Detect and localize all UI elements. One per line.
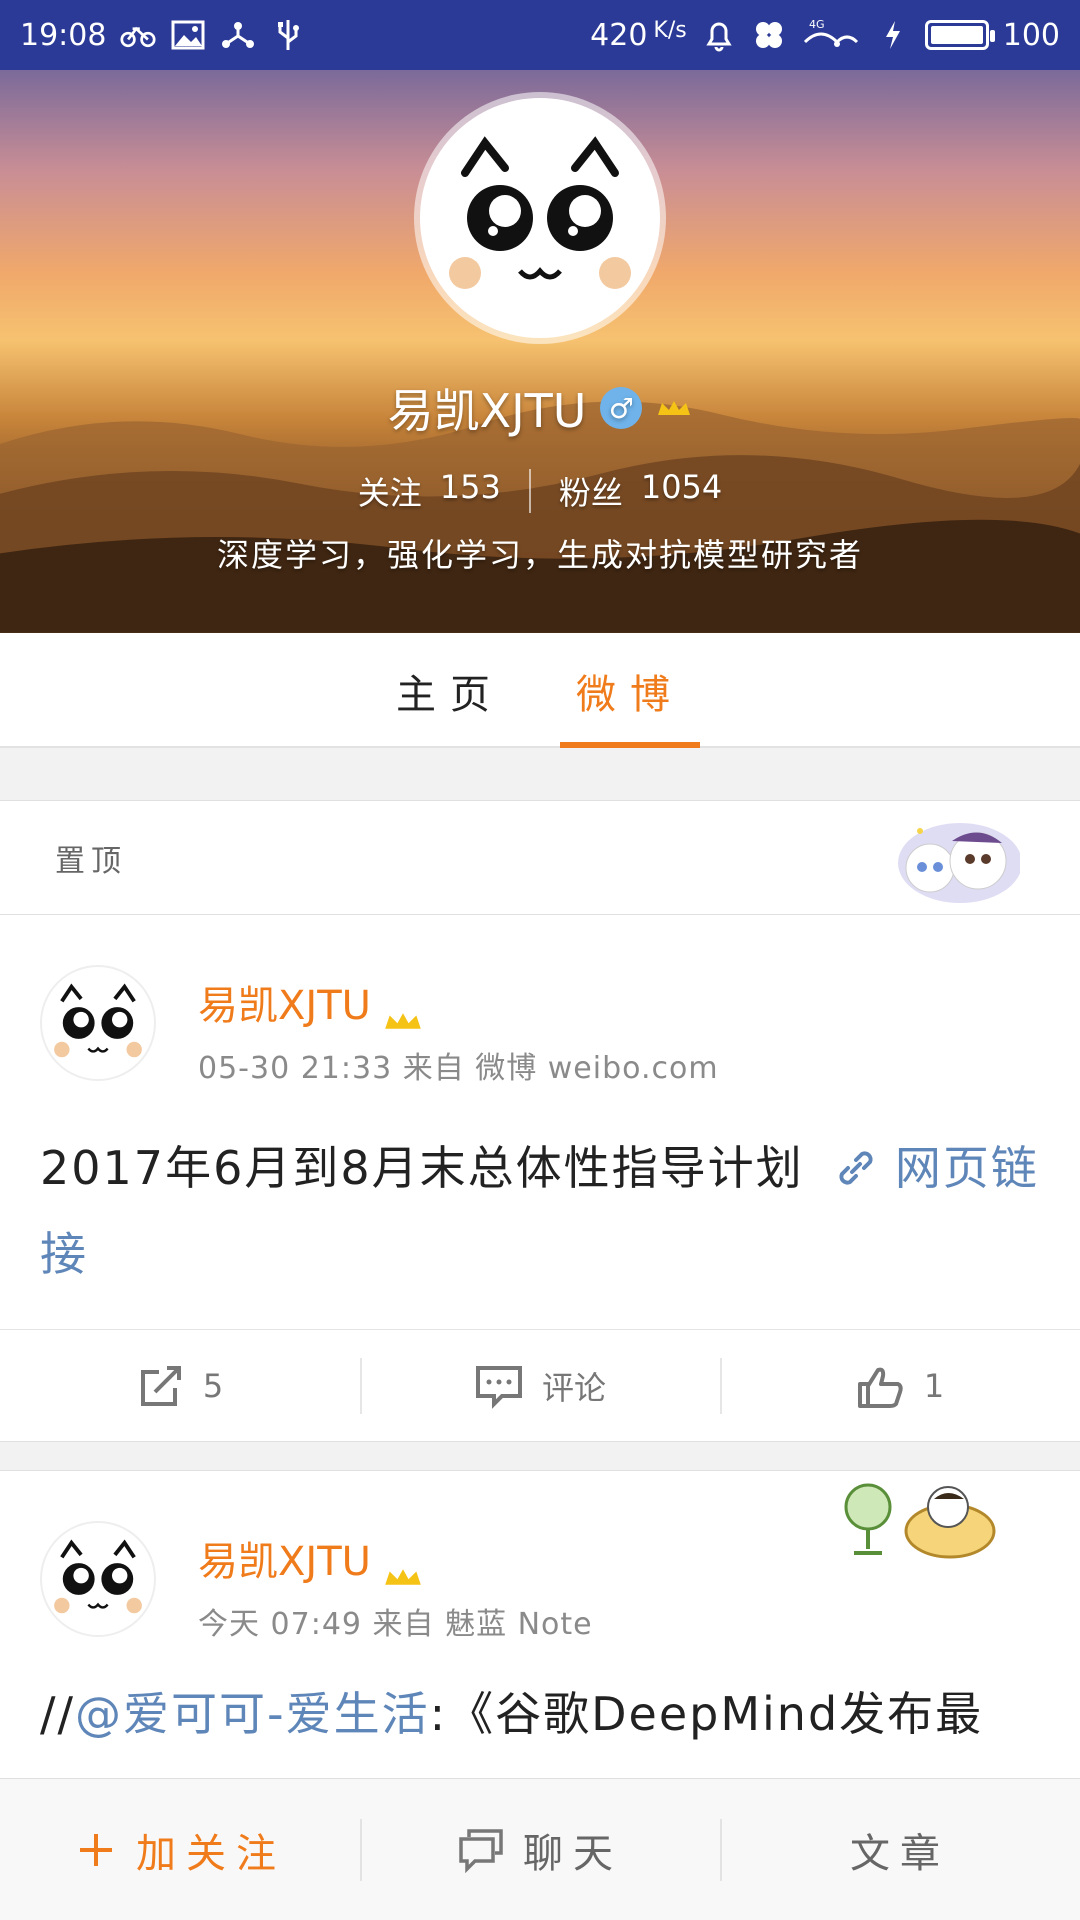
- cartoon-face-icon: [449, 136, 631, 289]
- followers-label: 粉丝: [558, 474, 623, 512]
- pinned-label: 置顶: [55, 843, 127, 879]
- like-button[interactable]: 1: [720, 1330, 1080, 1441]
- post-header: 易凯XJTU 05-30 21:33 来自 微博 weibo.com: [40, 965, 719, 1087]
- like-count: 1: [923, 1366, 945, 1405]
- clover-icon: [751, 17, 787, 53]
- bell-icon: [701, 17, 737, 53]
- profile-stats: 关注 153 粉丝 1054: [0, 468, 1080, 514]
- comment-icon: [475, 1365, 522, 1409]
- bottom-action-bar: 加关注 聊天 文章: [0, 1778, 1080, 1920]
- crown-badge-icon: [658, 401, 691, 415]
- network-type: 4G: [809, 18, 825, 31]
- comment-label: 评论: [541, 1368, 606, 1407]
- chat-button[interactable]: 聊天: [360, 1779, 720, 1920]
- post-text: 2017年6月到8月末总体性指导计划 网页链接: [40, 1125, 1040, 1297]
- post-avatar[interactable]: [40, 1521, 156, 1637]
- post-actions: 5 评论 1: [0, 1329, 1080, 1441]
- post-username[interactable]: 易凯XJTU: [198, 1529, 371, 1587]
- following-count: 153: [439, 468, 501, 506]
- signal-4g-icon: 4G: [801, 17, 861, 53]
- tab-weibo[interactable]: 微博: [540, 633, 720, 748]
- follow-button[interactable]: 加关注: [0, 1779, 360, 1920]
- battery-fill: [930, 26, 983, 44]
- post-username[interactable]: 易凯XJTU: [198, 973, 371, 1031]
- profile-bio: 深度学习，强化学习，生成对抗模型研究者: [216, 536, 863, 574]
- gender-male-icon: ♂: [600, 387, 643, 429]
- battery-level: 100: [1002, 17, 1060, 53]
- comment-button[interactable]: 评论: [360, 1330, 720, 1441]
- usb-icon: [270, 17, 306, 53]
- article-label: 文章: [850, 1830, 950, 1877]
- chat-label: 聊天: [523, 1830, 623, 1877]
- post-prefix: //: [40, 1687, 75, 1741]
- cartoon-face-icon: [54, 983, 142, 1058]
- chat-icon: [459, 1828, 503, 1873]
- pinned-section[interactable]: 置顶: [0, 800, 1080, 915]
- cartoon-fan-sticker: [844, 1483, 996, 1559]
- post-body: :《谷歌DeepMind发布最: [429, 1687, 984, 1741]
- followers-count: 1054: [640, 468, 723, 506]
- mountain-background: [0, 401, 1080, 633]
- post-header: 易凯XJTU 今天 07:49 来自 魅蓝 Note: [40, 1521, 593, 1643]
- post-meta: 今天 07:49 来自 魅蓝 Note: [198, 1607, 593, 1642]
- post-text: //@爱可可-爱生活:《谷歌DeepMind发布最: [40, 1671, 1040, 1757]
- charging-icon: [875, 17, 911, 53]
- tab-home[interactable]: 主页: [360, 633, 540, 748]
- mention-link[interactable]: @爱可可-爱生活: [75, 1687, 430, 1741]
- link-icon: [839, 1151, 873, 1185]
- profile-name-row: 易凯XJTU ♂: [0, 375, 1080, 441]
- network-speed: 420: [590, 17, 648, 53]
- follow-label: 加关注: [136, 1830, 286, 1877]
- crown-badge-icon: [385, 1013, 421, 1029]
- following-stat[interactable]: 关注 153: [358, 468, 501, 514]
- status-bar: 19:08 420 K/s 4G 100: [0, 0, 1080, 70]
- plus-icon: [80, 1833, 112, 1866]
- profile-header: 易凯XJTU ♂ 关注 153 粉丝 1054 深度学习，强化学习，生成对抗模型…: [0, 70, 1080, 633]
- stats-divider: [528, 469, 531, 513]
- profile-tabs: 主页 微博: [0, 633, 1080, 748]
- cartoon-face-icon: [54, 1539, 142, 1614]
- repost-count: 5: [202, 1366, 224, 1405]
- post-body: 2017年6月到8月末总体性指导计划: [40, 1141, 804, 1195]
- image-icon: [170, 17, 206, 53]
- following-label: 关注: [357, 474, 422, 512]
- crown-badge-icon: [385, 1569, 421, 1585]
- profile-avatar[interactable]: [420, 98, 660, 338]
- status-time: 19:08: [20, 17, 107, 53]
- share-node-icon: [220, 17, 256, 53]
- post-avatar[interactable]: [40, 965, 156, 1081]
- profile-name: 易凯XJTU: [387, 384, 587, 438]
- battery-icon: [924, 20, 995, 50]
- thumbs-up-icon: [857, 1367, 903, 1408]
- cute-characters-sticker: [898, 823, 1020, 903]
- network-speed-unit: K/s: [653, 17, 687, 43]
- repost-button[interactable]: 5: [0, 1330, 360, 1441]
- post-card[interactable]: 易凯XJTU 今天 07:49 来自 魅蓝 Note //@爱可可-爱生活:《谷…: [0, 1470, 1080, 1790]
- post-meta: 05-30 21:33 来自 微博 weibo.com: [198, 1051, 719, 1086]
- post-card[interactable]: 易凯XJTU 05-30 21:33 来自 微博 weibo.com 2017年…: [0, 914, 1080, 1442]
- followers-stat[interactable]: 粉丝 1054: [559, 468, 722, 514]
- bicycle-icon: [120, 17, 157, 53]
- article-button[interactable]: 文章: [720, 1779, 1080, 1920]
- repost-icon: [140, 1365, 181, 1406]
